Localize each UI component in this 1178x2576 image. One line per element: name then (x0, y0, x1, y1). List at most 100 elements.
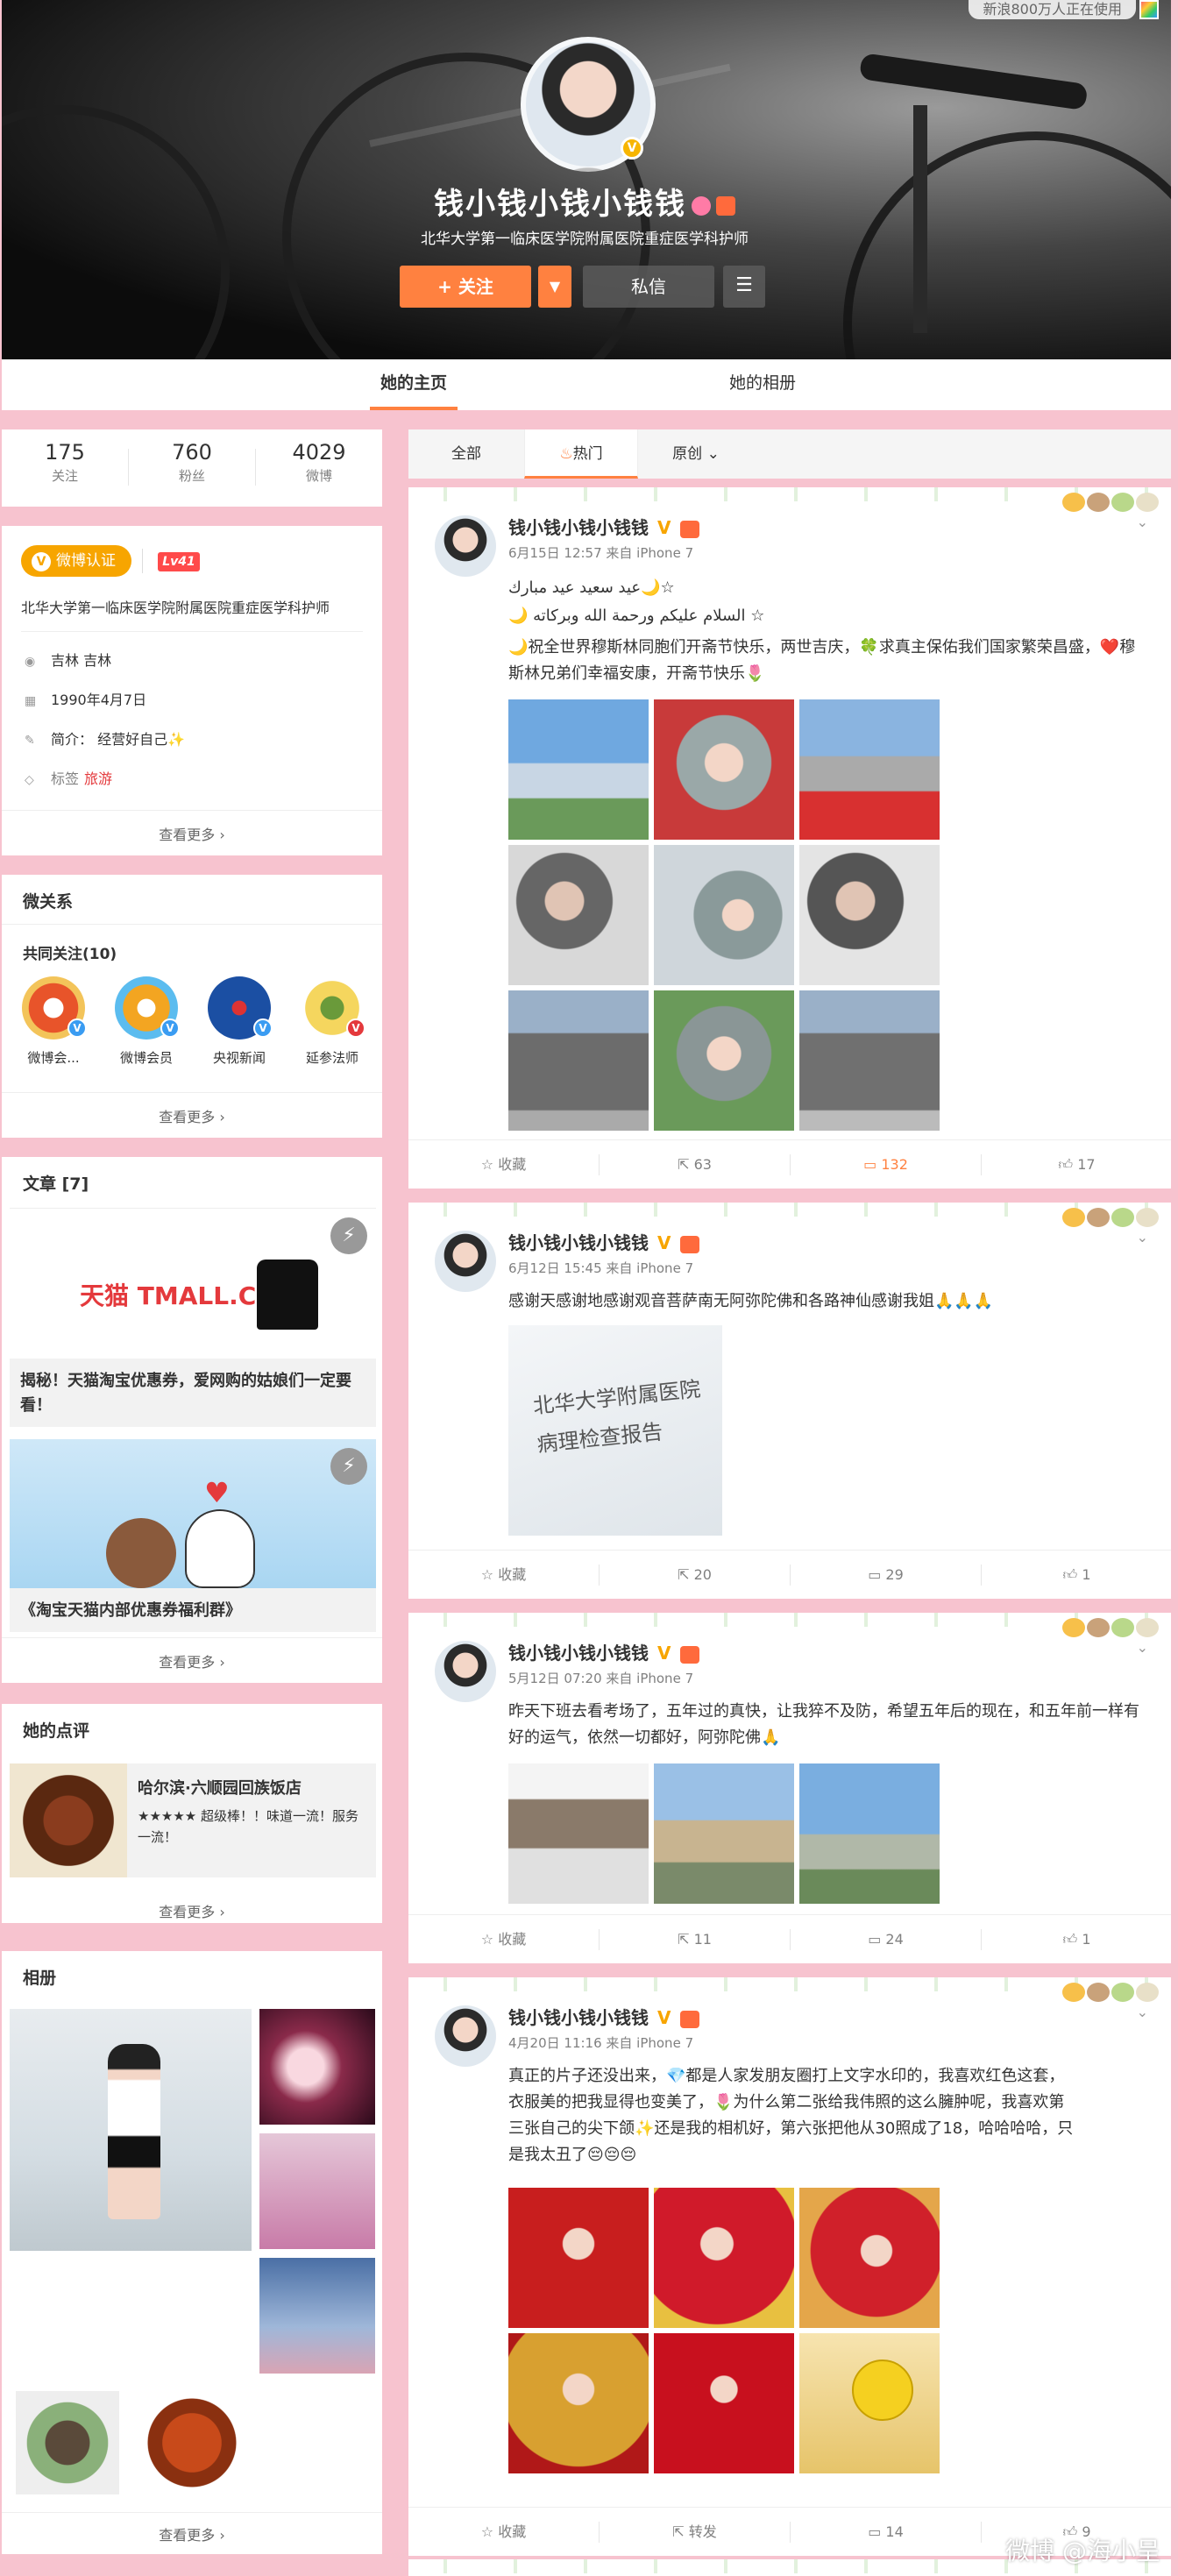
verify-badge[interactable]: V 微博认证 (21, 545, 131, 577)
article-cover[interactable]: 天猫 TMALL.COM ⚡ (10, 1208, 376, 1359)
album-photo[interactable] (10, 2009, 252, 2251)
see-more-link[interactable]: 查看更多 › (2, 1897, 382, 1923)
thumbs-up-icon: 👍︎ (1062, 1566, 1082, 1583)
repost-button[interactable]: ⇱ 63 (600, 1140, 790, 1189)
album-photo[interactable] (259, 2133, 375, 2249)
relation-item[interactable]: V 央视新闻 (200, 976, 279, 1067)
profile-avatar[interactable]: V (521, 37, 656, 172)
post-actions: ☆ 收藏 ⇱ 11 ▭ 24 👍︎ 1 (408, 1914, 1171, 1963)
post-meta[interactable]: 6月15日 12:57 来自 iPhone 7 (508, 543, 693, 562)
chevron-down-icon[interactable]: ⌄ (1137, 1639, 1148, 1656)
post-image[interactable] (799, 2333, 940, 2473)
post-meta[interactable]: 5月12日 07:20 来自 iPhone 7 (508, 1669, 693, 1687)
stat-following[interactable]: 175 关注 (2, 440, 128, 485)
chevron-down-icon[interactable]: ⌄ (1137, 2004, 1148, 2020)
relation-item[interactable]: V 微博会... (14, 976, 93, 1067)
tab-original[interactable]: 原创 ⌄ (638, 429, 754, 479)
post-image[interactable] (508, 990, 649, 1131)
post-image[interactable] (654, 990, 794, 1131)
post-image[interactable] (508, 699, 649, 840)
member-crown-icon[interactable] (680, 520, 699, 538)
album-photo[interactable] (259, 2258, 375, 2374)
tab-album[interactable]: 她的相册 (710, 359, 815, 410)
repost-button[interactable]: ⇱ 20 (600, 1551, 790, 1600)
repost-button[interactable]: ⇱ 11 (600, 1915, 790, 1964)
post-author[interactable]: 钱小钱小钱小钱钱 (508, 2007, 649, 2028)
post-image[interactable] (654, 845, 794, 985)
repost-button[interactable]: ⇱ 转发 (600, 2508, 790, 2557)
like-button[interactable]: 👍︎ 17 (982, 1140, 1172, 1189)
stat-weibo[interactable]: 4029 微博 (256, 440, 382, 485)
level-badge[interactable]: Lv41 (158, 552, 200, 571)
tab-home[interactable]: 她的主页 (370, 359, 458, 410)
favorite-button[interactable]: ☆ 收藏 (408, 1551, 599, 1600)
comment-button[interactable]: ▭ 14 (791, 2508, 981, 2557)
post-image[interactable] (799, 2188, 940, 2328)
chevron-down-icon[interactable]: ⌄ (1137, 1229, 1148, 1245)
see-more-link[interactable]: 查看更多 › (2, 2512, 382, 2547)
post-image[interactable] (799, 1763, 940, 1904)
post-meta[interactable]: 4月20日 11:16 来自 iPhone 7 (508, 2033, 693, 2052)
post-image[interactable] (654, 699, 794, 840)
article-cover[interactable]: ♥ ⚡ (10, 1439, 376, 1588)
member-crown-icon[interactable] (680, 1235, 699, 1253)
tab-hot[interactable]: ♨热门 (524, 429, 638, 479)
follow-button[interactable]: + 关注 (400, 266, 531, 308)
favorite-button[interactable]: ☆ 收藏 (408, 2508, 599, 2557)
article-title[interactable]: 揭秘！天猫淘宝优惠券，爱网购的姑娘们一定要看！ (10, 1359, 376, 1427)
comment-button[interactable]: ▭ 24 (791, 1915, 981, 1964)
post-avatar[interactable] (435, 1231, 496, 1292)
favorite-label: 收藏 (498, 1931, 527, 1948)
post-image[interactable]: 北华大学附属医院 病理检查报告 (508, 1325, 722, 1536)
review-image[interactable] (10, 1763, 127, 1877)
comment-button[interactable]: ▭ 132 (791, 1140, 981, 1189)
see-more-link[interactable]: 查看更多 › (2, 1637, 382, 1683)
more-menu-button[interactable]: ☰ (723, 266, 765, 308)
tag-link[interactable]: 旅游 (84, 770, 112, 787)
post-image[interactable] (508, 1763, 649, 1904)
post-author[interactable]: 钱小钱小钱小钱钱 (508, 1643, 649, 1664)
chevron-down-icon[interactable]: ⌄ (1137, 514, 1148, 530)
post-image[interactable] (654, 2188, 794, 2328)
tab-all[interactable]: 全部 (408, 429, 524, 479)
post-image[interactable] (799, 699, 940, 840)
favorite-button[interactable]: ☆ 收藏 (408, 1140, 599, 1189)
relation-item[interactable]: V 延参法师 (293, 976, 372, 1067)
see-more-link[interactable]: 查看更多 › (2, 1092, 382, 1138)
post-image[interactable] (508, 2188, 649, 2328)
message-button[interactable]: 私信 (583, 266, 714, 308)
relation-item[interactable]: V 微博会员 (107, 976, 186, 1067)
post-image[interactable] (508, 845, 649, 985)
favorite-button[interactable]: ☆ 收藏 (408, 1915, 599, 1964)
app-icon[interactable] (1139, 0, 1159, 19)
verified-icon: V (621, 137, 643, 160)
follow-options-button[interactable]: ▼ (538, 266, 571, 308)
comment-button[interactable]: ▭ 29 (791, 1551, 981, 1600)
post-image[interactable] (654, 1763, 794, 1904)
mutual-follows-title[interactable]: 共同关注(10) (23, 941, 117, 963)
member-crown-icon[interactable] (680, 1645, 699, 1664)
review-box[interactable]: 哈尔滨·六顺园回族饭店 ★★★★★ 超级棒！！味道一流！服务一流！ (127, 1763, 376, 1877)
post-image[interactable] (654, 2333, 794, 2473)
top-promo-badge[interactable]: 新浪800万人正在使用 (969, 0, 1136, 19)
album-photo[interactable] (259, 2009, 375, 2125)
member-crown-icon[interactable] (716, 195, 735, 216)
post-avatar[interactable] (435, 515, 496, 577)
album-photo[interactable] (16, 2391, 119, 2494)
post-image[interactable] (799, 845, 940, 985)
post-avatar[interactable] (435, 1641, 496, 1702)
post-author[interactable]: 钱小钱小钱小钱钱 (508, 1232, 649, 1253)
post-meta[interactable]: 6月12日 15:45 来自 iPhone 7 (508, 1259, 693, 1277)
member-crown-icon[interactable] (680, 2010, 699, 2028)
see-more-link[interactable]: 查看更多 › (2, 810, 382, 855)
like-button[interactable]: 👍︎ 1 (982, 1551, 1172, 1600)
post-image[interactable] (508, 2333, 649, 2473)
stat-followers[interactable]: 760 粉丝 (129, 440, 255, 485)
post-avatar[interactable] (435, 2005, 496, 2067)
article-title[interactable]: 《淘宝天猫内部优惠券福利群》 (10, 1588, 376, 1632)
album-photo[interactable] (140, 2391, 244, 2494)
fire-icon: ♨ (559, 445, 573, 463)
post-image[interactable] (799, 990, 940, 1131)
like-button[interactable]: 👍︎ 1 (982, 1915, 1172, 1964)
post-author[interactable]: 钱小钱小钱小钱钱 (508, 517, 649, 538)
